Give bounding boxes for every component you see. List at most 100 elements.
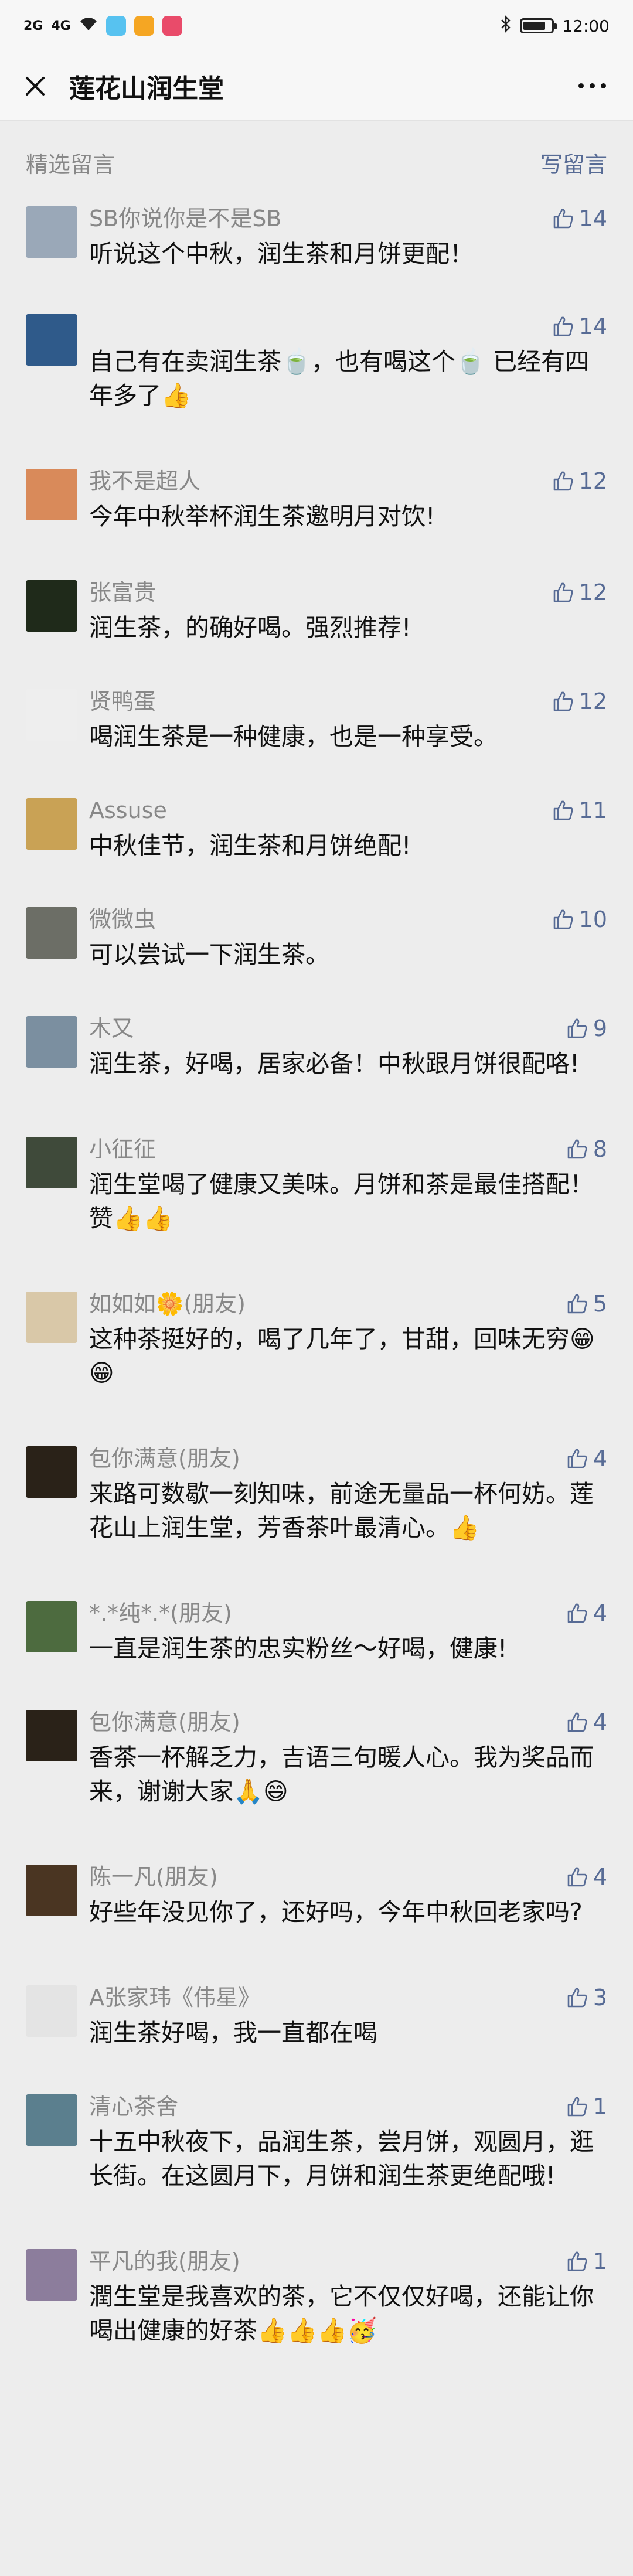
more-icon[interactable] xyxy=(569,69,615,104)
avatar[interactable] xyxy=(26,469,77,520)
like-button[interactable]: 11 xyxy=(552,796,607,825)
close-icon[interactable] xyxy=(18,69,53,104)
avatar[interactable] xyxy=(26,2094,77,2146)
like-count: 4 xyxy=(593,1446,607,1471)
comment-text: 润生茶，的确好喝。强烈推荐! xyxy=(89,614,411,642)
avatar[interactable] xyxy=(26,1985,77,2037)
avatar[interactable] xyxy=(26,1865,77,1916)
thumbs-up-icon xyxy=(552,799,574,822)
section-title: 精选留言 xyxy=(26,151,115,178)
comment-item: SB你说你是不是SB 听说这个中秋，润生茶和月饼更配！ 14 xyxy=(0,204,633,271)
like-count: 12 xyxy=(578,580,607,605)
comment-author: 如如如🌼(朋友) xyxy=(89,1291,246,1317)
comment-author xyxy=(89,312,607,341)
thumbs-up-icon xyxy=(552,470,574,492)
thumbs-up-icon xyxy=(566,1711,588,1733)
comment-item: 自己有在卖润生茶🍵，也有喝这个🍵 已经有四年多了👍 14 xyxy=(0,312,633,413)
like-count: 4 xyxy=(593,1709,607,1735)
comment-author: 包你满意(朋友) xyxy=(89,1709,240,1735)
like-button[interactable]: 1 xyxy=(566,2092,607,2121)
like-count: 5 xyxy=(593,1291,607,1317)
comment-author: Assuse xyxy=(89,798,167,823)
comment-text: 可以尝试一下润生茶。 xyxy=(89,941,329,969)
like-button[interactable]: 4 xyxy=(566,1444,607,1473)
avatar[interactable] xyxy=(26,1137,77,1188)
like-button[interactable]: 9 xyxy=(566,1014,607,1043)
comment-item: 贤鸭蛋 喝润生茶是一种健康，也是一种享受。 12 xyxy=(0,687,633,754)
avatar[interactable] xyxy=(26,206,77,258)
comment-author: 包你满意(朋友) xyxy=(89,1446,240,1471)
like-button[interactable]: 4 xyxy=(566,1599,607,1628)
avatar[interactable] xyxy=(26,907,77,959)
thumbs-up-icon xyxy=(566,1017,588,1040)
avatar[interactable] xyxy=(26,1446,77,1498)
thumbs-up-icon xyxy=(566,1986,588,2009)
comment-author: 木又 xyxy=(89,1016,134,1041)
comment-text: 自己有在卖润生茶🍵，也有喝这个🍵 已经有四年多了👍 xyxy=(89,347,590,410)
like-button[interactable]: 8 xyxy=(566,1134,607,1164)
comment-author: 张富贵 xyxy=(89,580,156,605)
thumbs-up-icon xyxy=(552,207,574,230)
comment-text: 润生茶，好喝，居家必备！中秋跟月饼很配咯! xyxy=(89,1050,580,1078)
like-count: 9 xyxy=(593,1016,607,1041)
status-bar: 2G 4G 12:00 xyxy=(0,0,633,52)
like-count: 1 xyxy=(593,2094,607,2120)
comment-text: 来路可数歇一刻知味，前途无量品一杯何妨。莲花山上润生堂，芳香茶叶最清心。👍 xyxy=(89,1480,594,1542)
avatar[interactable] xyxy=(26,580,77,632)
comment-item: 包你满意(朋友) 香茶一杯解乏力，吉语三句暖人心。我为奖品而来，谢谢大家🙏😄 4 xyxy=(0,1708,633,1808)
like-button[interactable]: 12 xyxy=(552,687,607,716)
like-button[interactable]: 12 xyxy=(552,466,607,496)
comment-item: 包你满意(朋友) 来路可数歇一刻知味，前途无量品一杯何妨。莲花山上润生堂，芳香茶… xyxy=(0,1444,633,1545)
avatar[interactable] xyxy=(26,689,77,741)
like-button[interactable]: 14 xyxy=(552,204,607,233)
battery-icon xyxy=(520,18,557,33)
thumbs-up-icon xyxy=(566,1602,588,1624)
like-button[interactable]: 12 xyxy=(552,578,607,607)
like-count: 12 xyxy=(578,689,607,714)
comment-item: 如如如🌼(朋友) 这种茶挺好的，喝了几年了，甘甜，回味无穷😁😁 5 xyxy=(0,1289,633,1390)
status-left: 2G 4G xyxy=(23,16,182,36)
comment-author: 清心茶舍 xyxy=(89,2094,179,2120)
write-comment-link[interactable]: 写留言 xyxy=(540,146,607,179)
bluetooth-icon xyxy=(500,15,512,37)
like-button[interactable]: 14 xyxy=(552,312,607,341)
thumbs-up-icon xyxy=(566,1138,588,1160)
like-button[interactable]: 10 xyxy=(552,905,607,934)
comment-item: A张家玮《伟星》 润生茶好喝，我一直都在喝 3 xyxy=(0,1983,633,2050)
notification-app-icon xyxy=(162,16,182,36)
avatar[interactable] xyxy=(26,1710,77,1761)
like-count: 8 xyxy=(593,1136,607,1162)
comment-item: 陈一凡(朋友) 好些年没见你了，还好吗，今年中秋回老家吗? 4 xyxy=(0,1862,633,1929)
comment-author: A张家玮《伟星》 xyxy=(89,1985,260,2011)
avatar[interactable] xyxy=(26,798,77,850)
avatar[interactable] xyxy=(26,1292,77,1343)
thumbs-up-icon xyxy=(566,1447,588,1470)
article-comments-page: 2G 4G 12:00 莲花山润生堂 精选留言 写留言 SB你说你是不是SB 听… xyxy=(0,0,633,2576)
avatar[interactable] xyxy=(26,1601,77,1652)
like-button[interactable]: 3 xyxy=(566,1983,607,2012)
signal-indicator-1: 2G xyxy=(23,18,43,33)
like-count: 10 xyxy=(578,907,607,932)
comment-author: *.*纯*.*(朋友) xyxy=(89,1600,232,1626)
like-button[interactable]: 4 xyxy=(566,1862,607,1892)
comment-author: SB你说你是不是SB xyxy=(89,206,282,231)
like-button[interactable]: 1 xyxy=(566,2247,607,2276)
comment-text: 香茶一杯解乏力，吉语三句暖人心。我为奖品而来，谢谢大家🙏😄 xyxy=(89,1743,594,1805)
comment-item: 我不是超人 今年中秋举杯润生茶邀明月对饮! 12 xyxy=(0,466,633,533)
thumbs-up-icon xyxy=(552,690,574,713)
like-count: 14 xyxy=(578,206,607,231)
comment-item: Assuse 中秋佳节，润生茶和月饼绝配! 11 xyxy=(0,796,633,863)
avatar[interactable] xyxy=(26,1016,77,1068)
avatar[interactable] xyxy=(26,2249,77,2301)
signal-indicator-2: 4G xyxy=(51,18,71,33)
comment-text: 一直是润生茶的忠实粉丝～好喝，健康! xyxy=(89,1634,508,1662)
comment-text: 润生茶好喝，我一直都在喝 xyxy=(89,2019,377,2047)
comments-section-header: 精选留言 写留言 xyxy=(0,121,633,204)
avatar[interactable] xyxy=(26,314,77,366)
like-button[interactable]: 5 xyxy=(566,1289,607,1318)
like-count: 14 xyxy=(578,314,607,339)
like-button[interactable]: 4 xyxy=(566,1708,607,1737)
thumbs-up-icon xyxy=(552,908,574,931)
thumbs-up-icon xyxy=(566,2250,588,2272)
thumbs-up-icon xyxy=(552,581,574,604)
